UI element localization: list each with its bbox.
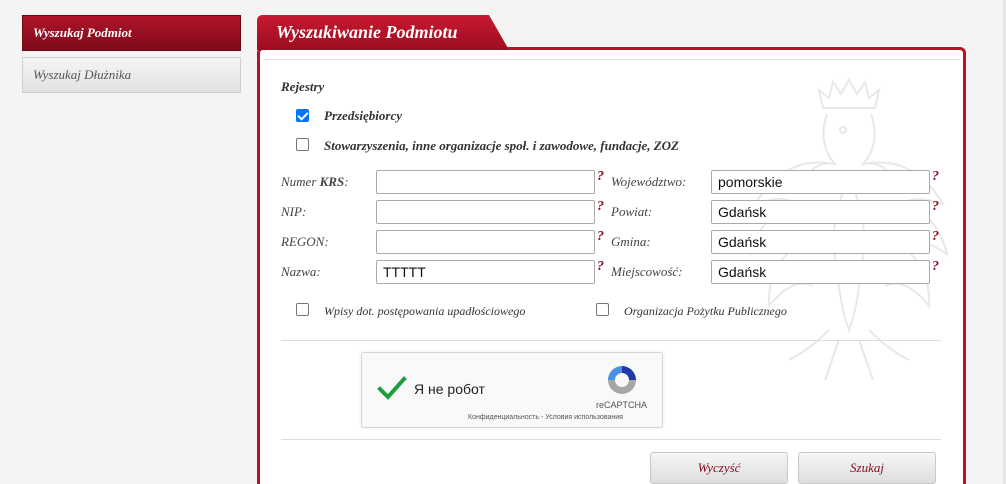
gmina-help-icon[interactable]: ? bbox=[932, 229, 939, 245]
sidebar-item-wyszukaj-podmiot[interactable]: Wyszukaj Podmiot bbox=[22, 15, 241, 51]
nip-label: NIP: bbox=[281, 204, 307, 219]
upadlosc-label: Wpisy dot. postępowania upadłościowego bbox=[324, 304, 526, 318]
regon-input[interactable] bbox=[376, 230, 595, 254]
register-przedsiebiorcy-checkbox[interactable] bbox=[296, 109, 309, 122]
opp-checkbox[interactable] bbox=[596, 303, 609, 316]
sidebar: Wyszukaj Podmiot Wyszukaj Dłużnika bbox=[22, 15, 241, 93]
krs-help-icon[interactable]: ? bbox=[597, 169, 604, 185]
registers-heading: Rejestry bbox=[281, 79, 325, 94]
wojewodztwo-input[interactable]: pomorskie bbox=[711, 170, 930, 194]
register-przedsiebiorcy-label: Przedsiębiorcy bbox=[324, 108, 402, 123]
wojewodztwo-help-icon[interactable]: ? bbox=[932, 169, 939, 185]
regon-label: REGON: bbox=[281, 234, 329, 249]
gmina-label: Gmina: bbox=[611, 234, 651, 249]
regon-help-icon[interactable]: ? bbox=[597, 229, 604, 245]
krs-label-prefix: Numer bbox=[281, 174, 320, 189]
recaptcha-widget: Я не робот reCAPTCHA Конфиденциальность … bbox=[361, 352, 663, 428]
krs-label-bold: KRS bbox=[319, 174, 345, 189]
miejscowosc-help-icon[interactable]: ? bbox=[932, 259, 939, 275]
opp-label: Organizacja Pożytku Publicznego bbox=[624, 304, 787, 318]
wojewodztwo-label: Województwo: bbox=[611, 174, 687, 189]
panel-tab: Wyszukiwanie Podmiotu bbox=[257, 15, 509, 50]
register-stowarzyszenia-label: Stowarzyszenia, inne organizacje społ. i… bbox=[324, 138, 679, 153]
nip-input[interactable] bbox=[376, 200, 595, 224]
krs-label-suffix: : bbox=[344, 174, 349, 189]
sidebar-item-label: Wyszukaj Podmiot bbox=[33, 25, 132, 40]
recaptcha-logo-icon bbox=[608, 366, 636, 394]
nazwa-label: Nazwa: bbox=[281, 264, 321, 279]
register-stowarzyszenia-checkbox[interactable] bbox=[296, 138, 309, 151]
clear-button[interactable]: Wyczyść bbox=[650, 452, 788, 484]
nazwa-input[interactable]: TTTTT bbox=[376, 260, 595, 284]
recaptcha-label: Я не робот bbox=[414, 381, 485, 397]
checkmark-icon[interactable] bbox=[376, 372, 408, 404]
divider bbox=[281, 439, 941, 440]
krs-input[interactable] bbox=[376, 170, 595, 194]
powiat-help-icon[interactable]: ? bbox=[932, 199, 939, 215]
upadlosc-checkbox[interactable] bbox=[296, 303, 309, 316]
divider bbox=[281, 340, 941, 341]
nazwa-help-icon[interactable]: ? bbox=[597, 259, 604, 275]
powiat-input[interactable]: Gdańsk bbox=[711, 200, 930, 224]
recaptcha-brand: reCAPTCHA bbox=[596, 400, 648, 410]
sidebar-item-wyszukaj-dluznika[interactable]: Wyszukaj Dłużnika bbox=[22, 57, 241, 93]
search-button[interactable]: Szukaj bbox=[798, 452, 936, 484]
gmina-input[interactable]: Gdańsk bbox=[711, 230, 930, 254]
miejscowosc-label: Miejscowość: bbox=[611, 264, 683, 279]
powiat-label: Powiat: bbox=[611, 204, 653, 219]
nip-help-icon[interactable]: ? bbox=[597, 199, 604, 215]
sidebar-item-label: Wyszukaj Dłużnika bbox=[33, 67, 132, 82]
recaptcha-links[interactable]: Конфиденциальность - Условия использован… bbox=[468, 414, 623, 421]
krs-label: Numer KRS: bbox=[281, 174, 349, 190]
panel-title: Wyszukiwanie Podmiotu bbox=[276, 22, 458, 42]
miejscowosc-input[interactable]: Gdańsk bbox=[711, 260, 930, 284]
